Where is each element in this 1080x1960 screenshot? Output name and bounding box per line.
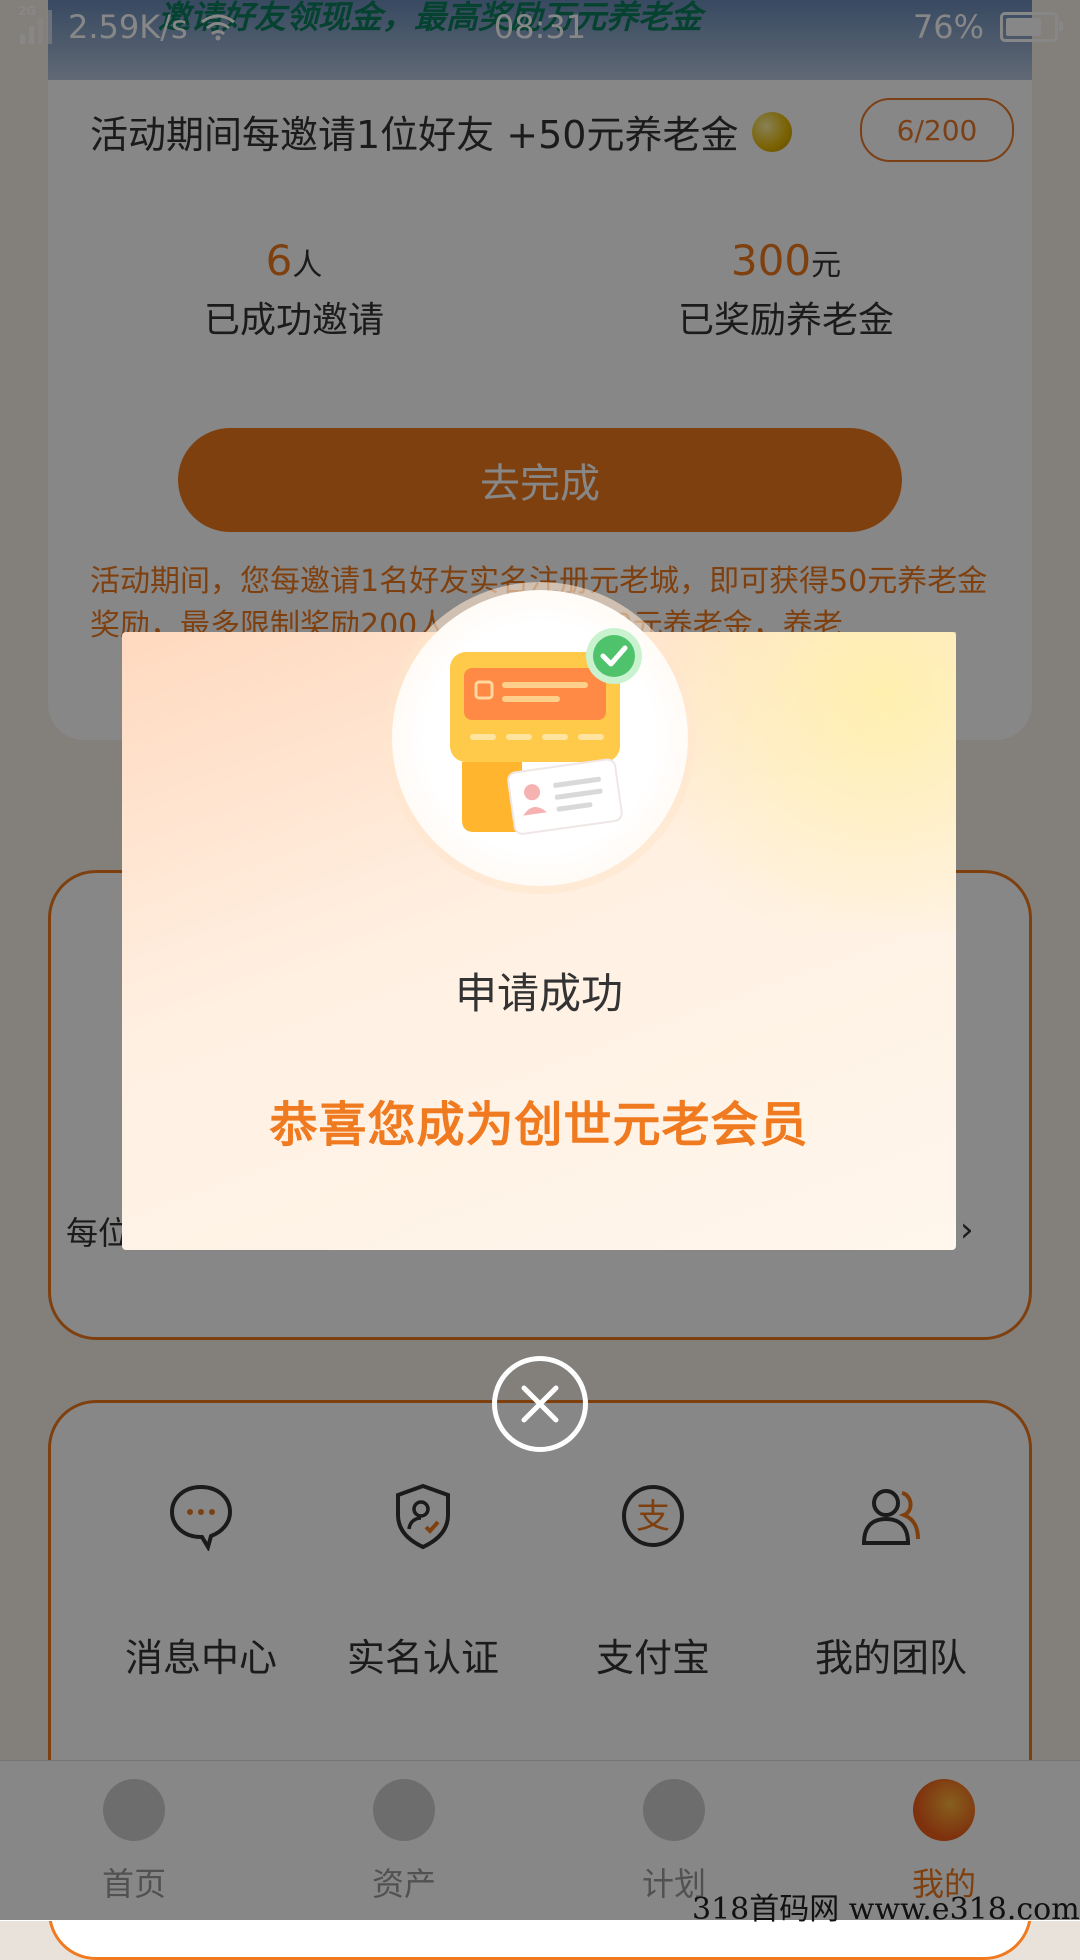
watermark: 318首码网 www.e318.com xyxy=(692,1892,1080,1927)
dialog-title: 申请成功 xyxy=(454,969,623,1018)
dialog-message: 恭喜您成为创世元老会员 xyxy=(269,1097,809,1153)
id-card-icon xyxy=(450,628,642,835)
card-check-illustration xyxy=(392,590,688,886)
close-icon xyxy=(521,1385,559,1423)
close-button[interactable] xyxy=(492,1356,588,1452)
